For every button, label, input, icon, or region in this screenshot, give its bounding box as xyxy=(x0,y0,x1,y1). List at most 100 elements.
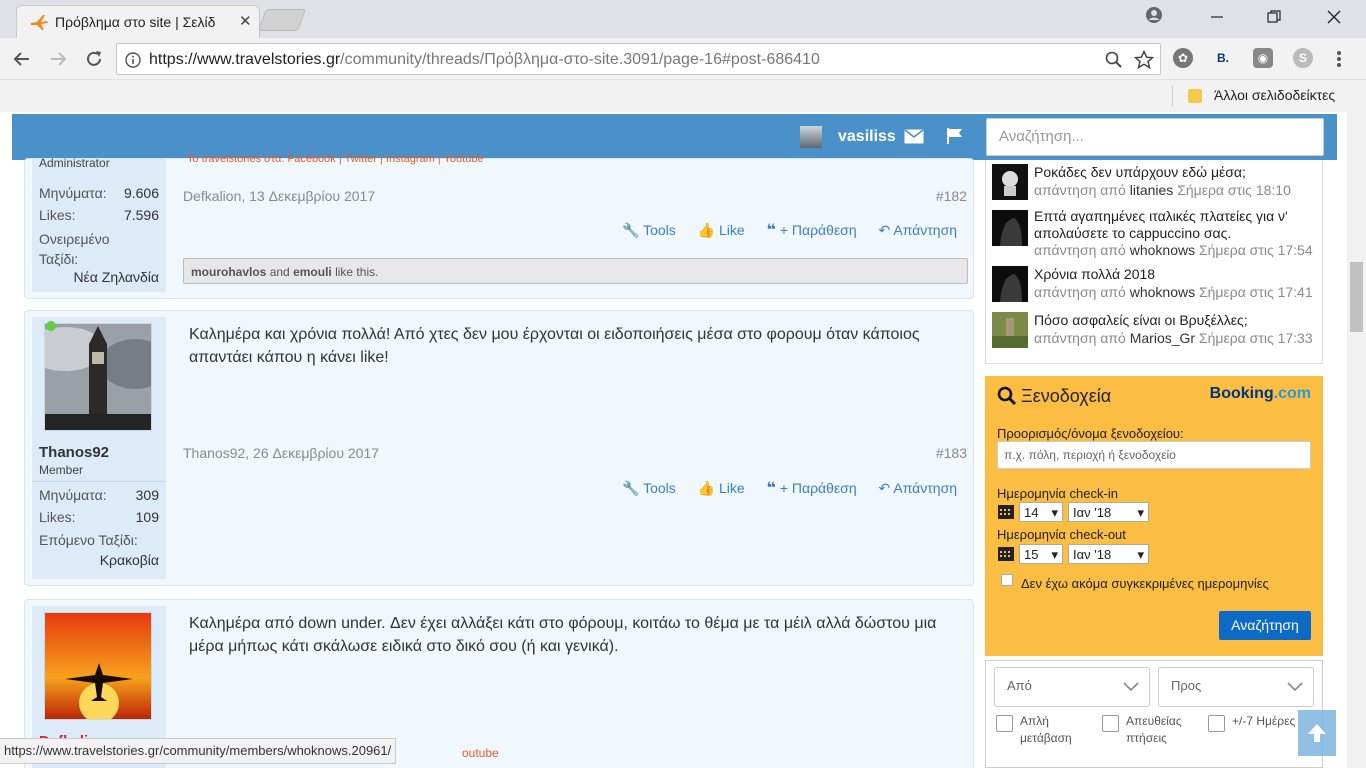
booking-logo: Booking.com xyxy=(1209,385,1311,402)
like-button[interactable]: 👍 Like xyxy=(698,222,745,238)
youtube-link-fragment[interactable]: outube xyxy=(462,746,499,760)
divider xyxy=(32,481,166,482)
recent-threads-widget: Ροκάδες δεν υπάρχουν εδώ μέσα; απάντηση … xyxy=(985,160,1323,364)
tools-button[interactable]: 🔧 Tools xyxy=(622,480,676,496)
post-182: Administrator Μηνύματα: 9.606 Likes: 7.5… xyxy=(24,153,974,299)
reply-user-link[interactable]: whoknows xyxy=(1130,242,1195,258)
post-meta[interactable]: Thanos92, 26 Δεκεμβρίου 2017 xyxy=(183,445,379,461)
tab-close-button[interactable]: ✕ xyxy=(239,12,252,30)
bookmarks-divider xyxy=(1172,86,1173,106)
folder-icon xyxy=(1187,88,1203,104)
active-tab[interactable]: Πρόβλημα στο site | Σελίδ ✕ xyxy=(16,5,260,38)
checkin-label: Ημερομηνία check-in xyxy=(997,486,1118,501)
dream-trip-label: Ονειρεμένο Ταξίδι: xyxy=(39,231,110,267)
page-scrollbar[interactable] xyxy=(1347,112,1366,768)
plane-favicon xyxy=(29,13,49,31)
social-links-fragment[interactable]: Το travelstories στα: Facebook | Twitter… xyxy=(187,153,484,165)
calendar-icon[interactable] xyxy=(997,502,1015,520)
quote-button[interactable]: ❝ + Παράθεση xyxy=(767,480,857,497)
dream-trip-value: Νέα Ζηλανδία xyxy=(73,269,159,285)
flag-icon[interactable] xyxy=(946,127,964,145)
forward-arrow-icon[interactable] xyxy=(48,49,68,69)
avatar[interactable] xyxy=(44,612,152,720)
extension-booking-icon[interactable]: B. xyxy=(1213,48,1233,68)
thread-title[interactable]: Πόσο ασφαλείς είναι οι Βρυξέλλες; xyxy=(1034,312,1324,329)
extension-camera-icon[interactable]: ◉ xyxy=(1253,48,1273,68)
avatar[interactable] xyxy=(44,323,152,431)
search-icon xyxy=(997,386,1017,406)
minimize-icon[interactable] xyxy=(1210,10,1224,24)
post-number[interactable]: #182 xyxy=(936,188,967,204)
scrollbar-thumb[interactable] xyxy=(1350,262,1363,332)
post-actions: 🔧 Tools 👍 Like ❝ + Παράθεση ↶ Απάντηση xyxy=(604,478,957,498)
zoom-icon[interactable] xyxy=(1105,51,1123,69)
address-bar[interactable]: https://www.travelstories.gr/community/t… xyxy=(116,43,1161,75)
thread-thumbnail xyxy=(992,164,1028,200)
one-way-checkbox[interactable]: Απλή μετάβαση xyxy=(996,713,1092,747)
posts-count-value: 309 xyxy=(135,487,159,503)
envelope-icon[interactable] xyxy=(904,129,924,144)
quote-button[interactable]: ❝ + Παράθεση xyxy=(767,222,857,239)
restore-icon[interactable] xyxy=(1267,10,1281,24)
liker-link[interactable]: emouli xyxy=(293,265,332,279)
profile-icon[interactable] xyxy=(1145,6,1163,24)
from-select[interactable]: Από xyxy=(994,667,1150,707)
other-bookmarks-link[interactable]: Άλλοι σελιδοδείκτες xyxy=(1214,87,1335,103)
thread-thumbnail xyxy=(992,312,1028,348)
username-link[interactable]: vasiliss xyxy=(838,128,896,146)
reload-icon[interactable] xyxy=(84,49,104,69)
url-text: https://www.travelstories.gr/community/t… xyxy=(149,51,820,69)
post-183: Thanos92 Member Μηνύματα: 309 Likes: 109… xyxy=(24,310,974,586)
menu-icon[interactable] xyxy=(1336,50,1342,68)
liker-link[interactable]: mourohavlos xyxy=(191,265,266,279)
extension-film-icon[interactable]: ✿ xyxy=(1173,48,1193,68)
booking-search-button[interactable]: Αναζήτηση xyxy=(1219,611,1311,640)
like-button[interactable]: 👍 Like xyxy=(698,480,745,496)
chevron-down-icon: ▾ xyxy=(1051,505,1058,520)
user-role: Administrator xyxy=(39,156,110,170)
extension-skype-icon[interactable]: S xyxy=(1293,48,1313,68)
post-meta[interactable]: Defkalion, 13 Δεκεμβρίου 2017 xyxy=(183,188,375,204)
reply-button[interactable]: ↶ Απάντηση xyxy=(879,480,958,496)
thread-title[interactable]: Χρόνια πολλά 2018 xyxy=(1034,266,1324,283)
window-close-icon[interactable] xyxy=(1327,10,1341,24)
avatar[interactable] xyxy=(800,126,822,148)
checkin-day-select[interactable]: 14 ▾ xyxy=(1019,502,1063,522)
posts-count-label: Μηνύματα: xyxy=(39,487,107,503)
checkout-day-select[interactable]: 15 ▾ xyxy=(1019,544,1063,564)
back-arrow-icon[interactable] xyxy=(12,49,32,69)
reply-button[interactable]: ↶ Απάντηση xyxy=(879,222,958,238)
star-icon[interactable] xyxy=(1134,50,1154,70)
destination-input[interactable]: π.χ. πόλη, περιοχή ή ξενοδοχείο xyxy=(997,441,1311,469)
checkin-month-select[interactable]: Ιαν '18 ▾ xyxy=(1068,502,1149,522)
browser-toolbar: https://www.travelstories.gr/community/t… xyxy=(0,38,1366,80)
thread-reply-info: απάντηση από litanies Σήμερα στις 18:10 xyxy=(1034,182,1291,198)
no-dates-label: Δεν έχω ακόμα συγκεκριμένες ημερομηνίες xyxy=(1021,576,1269,591)
tools-button[interactable]: 🔧 Tools xyxy=(622,222,676,238)
reply-user-link[interactable]: Marios_Gr xyxy=(1130,330,1195,346)
reply-user-link[interactable]: whoknows xyxy=(1130,284,1195,300)
scroll-to-top-button[interactable] xyxy=(1298,710,1336,756)
thread-title[interactable]: Ροκάδες δεν υπάρχουν εδώ μέσα; xyxy=(1034,164,1324,181)
post-number[interactable]: #183 xyxy=(936,445,967,461)
to-select[interactable]: Προς xyxy=(1158,667,1314,707)
reply-user-link[interactable]: litanies xyxy=(1130,182,1174,198)
likes-suffix: like this. xyxy=(335,265,379,279)
thread-thumbnail xyxy=(992,210,1028,246)
direct-flights-checkbox[interactable]: Απευθείας πτήσεις xyxy=(1102,713,1198,747)
post-message: Καλημέρα και χρόνια πολλά! Από χτες δεν … xyxy=(189,326,920,366)
new-tab-button[interactable] xyxy=(257,9,307,31)
search-input[interactable]: Αναζήτηση... xyxy=(986,118,1324,156)
checkout-month-select[interactable]: Ιαν '18 ▾ xyxy=(1068,544,1149,564)
username-link[interactable]: Thanos92 xyxy=(39,444,109,461)
chevron-down-icon: ▾ xyxy=(1051,547,1058,562)
status-bar-url: https://www.travelstories.gr/community/m… xyxy=(0,738,397,764)
calendar-icon[interactable] xyxy=(997,544,1015,562)
info-icon[interactable] xyxy=(125,52,141,68)
no-dates-checkbox[interactable] xyxy=(1001,574,1013,586)
flights-widget: Από Προς Απλή μετάβαση Απευθείας πτήσεις… xyxy=(985,660,1323,768)
thread-reply-info: απάντηση από whoknows Σήμερα στις 17:54 xyxy=(1034,242,1313,258)
user-info-column: Administrator Μηνύματα: 9.606 Likes: 7.5… xyxy=(32,156,166,292)
web-page: vasiliss Αναζήτηση... Administrator Μηνύ… xyxy=(0,112,1366,768)
thread-title[interactable]: Επτά αγαπημένες ιταλικές πλατείες για ν'… xyxy=(1034,208,1324,242)
